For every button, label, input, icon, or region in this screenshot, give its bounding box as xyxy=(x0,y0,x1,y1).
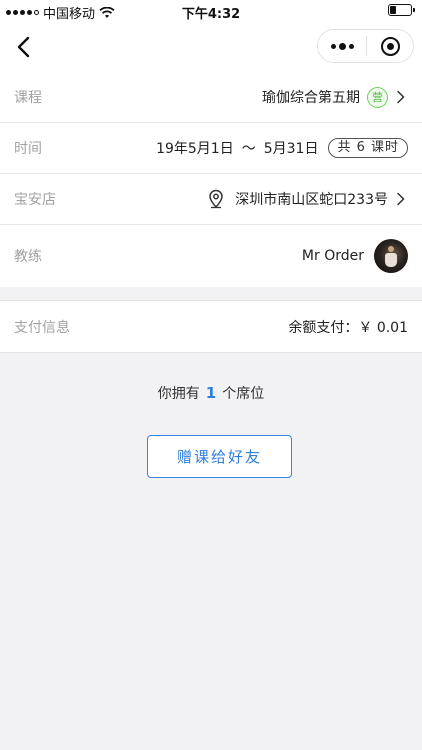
seat-count: 1 xyxy=(205,384,217,402)
coach-value: Mr Order xyxy=(302,239,408,273)
payment-label: 支付信息 xyxy=(14,319,70,336)
time-label: 时间 xyxy=(14,141,42,157)
coach-label: 教练 xyxy=(14,249,42,265)
course-info-card: 课程 瑜伽综合第五期 营 时间 19年5月1日 ～ 5月31日 共 6 课时 宝… xyxy=(0,72,422,287)
date-separator: ～ xyxy=(241,141,256,157)
target-close-icon xyxy=(380,36,400,56)
nav-bar xyxy=(0,22,422,72)
gift-course-button[interactable]: 赠课给好友 xyxy=(147,435,292,478)
more-dots-icon xyxy=(330,43,336,49)
payment-row: 支付信息 余额支付：￥ 0.01 xyxy=(0,300,422,353)
start-date: 19年5月1日 xyxy=(156,141,234,157)
chevron-right-icon xyxy=(397,90,405,104)
coach-name: Mr Order xyxy=(301,248,364,264)
coach-avatar[interactable] xyxy=(374,239,408,273)
course-row[interactable]: 课程 瑜伽综合第五期 营 xyxy=(0,72,422,123)
camp-badge: 营 xyxy=(367,86,388,108)
seat-suffix: 个席位 xyxy=(222,386,265,402)
time-row: 时间 19年5月1日 ～ 5月31日 共 6 课时 xyxy=(0,123,422,174)
status-time: 下午4:32 xyxy=(181,7,241,22)
end-date: 5月31日 xyxy=(263,141,319,157)
seat-info: 你拥有 1 个席位 xyxy=(0,383,422,403)
course-name: 瑜伽综合第五期 xyxy=(262,90,360,106)
store-row[interactable]: 宝安店 深圳市南山区蛇口233号 xyxy=(0,174,422,225)
chevron-left-icon xyxy=(17,36,30,58)
store-address: 深圳市南山区蛇口233号 xyxy=(235,192,388,208)
time-value: 19年5月1日 ～ 5月31日 共 6 课时 xyxy=(156,138,408,158)
battery-icon xyxy=(388,4,415,16)
seat-prefix: 你拥有 xyxy=(157,386,200,402)
store-value: 深圳市南山区蛇口233号 xyxy=(207,189,408,209)
chevron-right-icon xyxy=(397,192,405,206)
store-label: 宝安店 xyxy=(14,192,56,208)
back-button[interactable] xyxy=(8,32,38,62)
coach-row[interactable]: 教练 Mr Order xyxy=(0,225,422,287)
status-bar: 中国移动 下午4:32 xyxy=(0,0,422,22)
location-pin-icon xyxy=(209,189,224,209)
course-value: 瑜伽综合第五期 营 xyxy=(262,86,408,108)
more-button[interactable] xyxy=(318,30,366,62)
lesson-count-badge: 共 6 课时 xyxy=(328,138,408,158)
course-label: 课程 xyxy=(14,90,42,106)
payment-value: 余额支付：￥ 0.01 xyxy=(288,319,408,336)
close-button[interactable] xyxy=(367,30,413,62)
page: 中国移动 下午4:32 课程 瑜伽综合第五期 营 时间 19年5月1日 ～ 5月… xyxy=(0,0,422,750)
menu-capsule xyxy=(317,29,414,63)
